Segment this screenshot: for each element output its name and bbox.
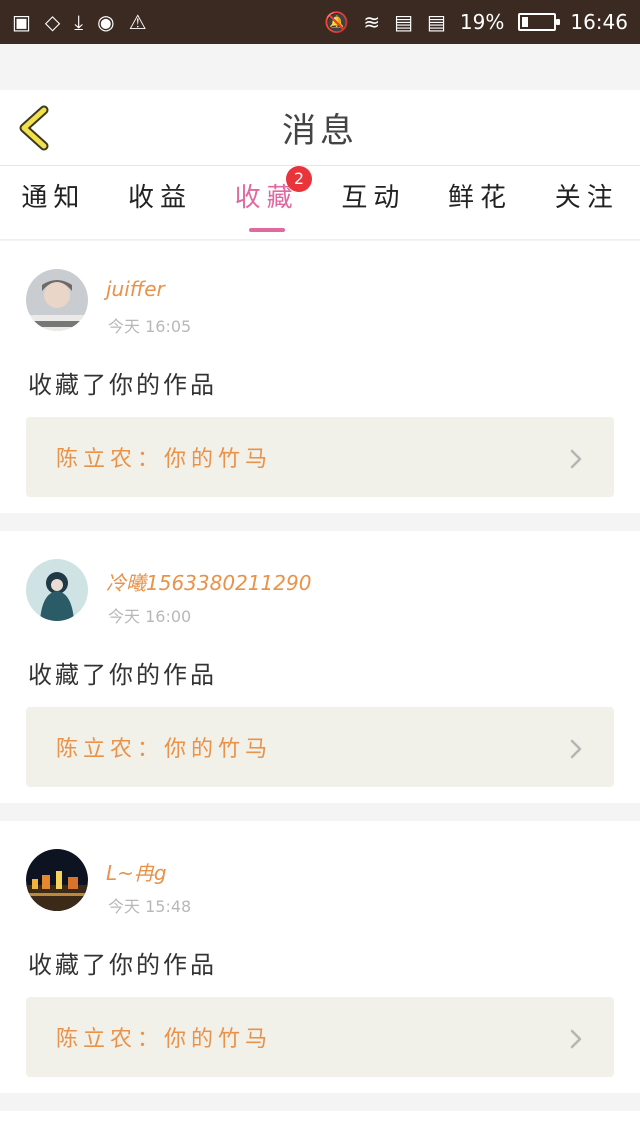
gallery-icon: ▣ [12, 10, 31, 34]
timestamp: 今天 16:05 [108, 317, 192, 336]
chevron-right-icon [570, 1029, 582, 1049]
sim-card-2-icon: ▤ [427, 10, 446, 34]
work-title: 陈立农：你的竹马 [56, 737, 273, 762]
tab-label: 通知 [21, 182, 86, 213]
tab-interactions[interactable]: 互动 [320, 166, 427, 240]
work-title: 陈立农：你的竹马 [56, 1027, 273, 1052]
sim-card-icon: ▤ [394, 10, 413, 34]
tab-notifications[interactable]: 通知 [0, 166, 107, 240]
work-link[interactable]: 陈立农：你的竹马 [26, 417, 614, 497]
status-right-icons: 🔕 ≋ ▤ ▤ 19% 16:46 [324, 10, 628, 34]
download-icon: ⤓ [74, 10, 84, 34]
back-button[interactable] [14, 104, 54, 152]
work-link[interactable]: 陈立农：你的竹马 [26, 707, 614, 787]
clock: 16:46 [570, 10, 628, 34]
message-card: juiffer 今天 16:05 收藏了你的作品 陈立农：你的竹马 [0, 241, 640, 513]
wifi-icon: ≋ [363, 10, 381, 34]
timestamp: 今天 16:00 [108, 607, 192, 626]
avatar[interactable] [26, 269, 88, 331]
unread-badge: 2 [286, 165, 313, 192]
username[interactable]: L~冉g [106, 857, 167, 886]
tab-label: 鲜花 [448, 182, 513, 213]
chevron-left-icon [19, 105, 49, 151]
avatar-image [26, 559, 88, 621]
action-text: 收藏了你的作品 [28, 661, 217, 689]
tab-label: 收益 [128, 182, 193, 213]
avatar[interactable] [26, 849, 88, 911]
message-card: L~冉g 今天 15:48 收藏了你的作品 陈立农：你的竹马 [0, 821, 640, 1093]
chevron-right-icon [570, 449, 582, 469]
media-icon: ◉ [97, 10, 115, 34]
top-spacer [0, 44, 640, 90]
timestamp: 今天 15:48 [108, 897, 192, 916]
tab-label: 互动 [341, 182, 406, 213]
avatar-image [26, 269, 88, 331]
header: 消息 [0, 90, 640, 166]
username[interactable]: juiffer [106, 277, 165, 301]
action-text: 收藏了你的作品 [28, 951, 217, 979]
shield-icon: ◇ [44, 10, 61, 34]
tab-earnings[interactable]: 收益 [107, 166, 214, 240]
avatar-image [26, 849, 88, 911]
battery-percent: 19% [459, 10, 505, 34]
message-list: juiffer 今天 16:05 收藏了你的作品 陈立农：你的竹马 冷曦1563… [0, 241, 640, 1138]
chevron-right-icon [570, 739, 582, 759]
action-text: 收藏了你的作品 [28, 371, 217, 399]
page-title: 消息 [282, 111, 358, 151]
tab-bar: 通知 收益 收藏 2 互动 鲜花 关注 [0, 165, 640, 240]
status-bar: ▣ ◇ ⤓ ◉ ⚠ 🔕 ≋ ▤ ▤ 19% 16:46 [0, 0, 640, 44]
active-tab-indicator [248, 227, 285, 232]
tab-favorites[interactable]: 收藏 2 [213, 165, 320, 240]
tab-follows[interactable]: 关注 [533, 166, 640, 240]
username[interactable]: 冷曦1563380211290 [106, 567, 311, 596]
message-card: 冷曦1563380211290 今天 16:00 收藏了你的作品 陈立农：你的竹… [0, 531, 640, 803]
mute-icon: 🔕 [324, 10, 350, 34]
message-card [0, 1111, 640, 1138]
battery-fill [522, 17, 529, 27]
avatar[interactable] [26, 559, 88, 621]
work-link[interactable]: 陈立农：你的竹马 [26, 997, 614, 1077]
tab-label: 关注 [554, 182, 619, 213]
status-left-icons: ▣ ◇ ⤓ ◉ ⚠ [12, 10, 147, 34]
tab-flowers[interactable]: 鲜花 [427, 166, 534, 240]
work-title: 陈立农：你的竹马 [56, 447, 273, 472]
battery-icon [518, 13, 561, 31]
warning-icon: ⚠ [128, 10, 147, 34]
